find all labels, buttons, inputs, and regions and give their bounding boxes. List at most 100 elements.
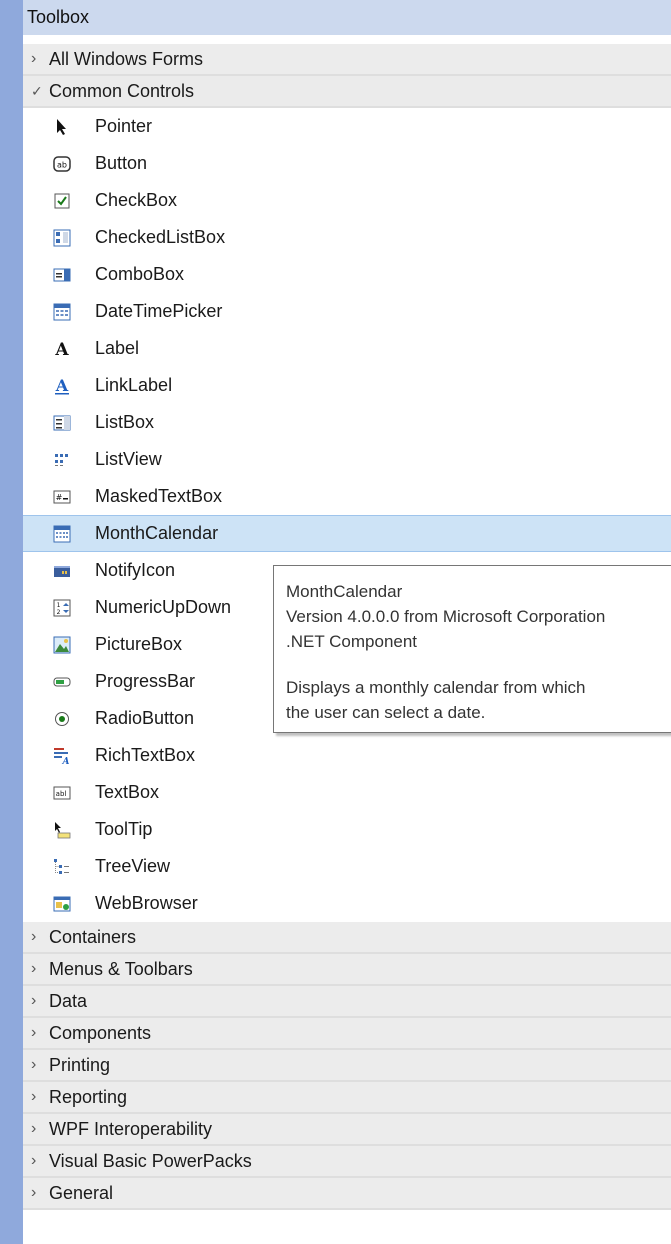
linklabel-icon: A: [53, 377, 71, 395]
item-label: RichTextBox: [95, 745, 196, 765]
category-label: General: [49, 1182, 114, 1203]
pointer-icon: [53, 118, 71, 136]
tooltip-description-line2: the user can select a date.: [286, 703, 486, 722]
richtextbox-icon: A: [53, 747, 71, 765]
chevron-right-icon: ›: [31, 1120, 37, 1137]
category-label: Data: [49, 990, 88, 1011]
textbox-icon: abl: [53, 784, 71, 802]
toolbox-title: Toolbox: [23, 0, 671, 35]
item-label: PictureBox: [95, 634, 183, 654]
notifyicon-icon: [53, 562, 71, 580]
checkedlistbox-icon: [53, 229, 71, 247]
chevron-right-icon: ›: [31, 1152, 37, 1169]
chevron-right-icon: ›: [31, 960, 37, 977]
item-label: ProgressBar: [95, 671, 196, 691]
svg-text:#: #: [56, 493, 63, 502]
category-all-windows-forms[interactable]: › All Windows Forms: [23, 44, 671, 76]
toolbox-item-checkbox[interactable]: CheckBox: [23, 182, 671, 219]
category-components[interactable]: › Components: [23, 1018, 671, 1050]
tooltip-title: MonthCalendar: [286, 582, 403, 601]
category-label: Printing: [49, 1054, 111, 1075]
category-general[interactable]: › General: [23, 1178, 671, 1210]
item-label: RadioButton: [95, 708, 195, 728]
label-icon: A: [53, 340, 71, 358]
item-label: TreeView: [95, 856, 171, 876]
toolbox-item-treeview[interactable]: TreeView: [23, 848, 671, 885]
category-menus-toolbars[interactable]: › Menus & Toolbars: [23, 954, 671, 986]
item-label: ComboBox: [95, 264, 185, 284]
svg-text:A: A: [54, 340, 69, 358]
checkbox-icon: [53, 192, 71, 210]
category-label: Reporting: [49, 1086, 128, 1107]
category-label: Common Controls: [49, 80, 195, 101]
numericupdown-icon: 12: [53, 599, 71, 617]
chevron-right-icon: ›: [31, 928, 37, 945]
item-label: TextBox: [95, 782, 160, 802]
category-data[interactable]: › Data: [23, 986, 671, 1018]
toolbox-item-listview[interactable]: ListView: [23, 441, 671, 478]
item-label: Pointer: [95, 116, 153, 136]
toolbox-item-datetimepicker[interactable]: DateTimePicker: [23, 293, 671, 330]
chevron-down-icon: ✓: [31, 82, 43, 99]
item-label: ListView: [95, 449, 162, 469]
category-containers[interactable]: › Containers: [23, 922, 671, 954]
item-label: DateTimePicker: [95, 301, 223, 321]
toolbox-item-webbrowser[interactable]: WebBrowser: [23, 885, 671, 922]
toolbox-item-maskedtextbox[interactable]: # MaskedTextBox: [23, 478, 671, 515]
item-label: Label: [95, 338, 140, 358]
item-label: MaskedTextBox: [95, 486, 223, 506]
item-label: NotifyIcon: [95, 560, 176, 580]
category-visual-basic-powerpacks[interactable]: › Visual Basic PowerPacks: [23, 1146, 671, 1178]
chevron-right-icon: ›: [31, 1056, 37, 1073]
listview-icon: [53, 451, 71, 469]
tooltip-description-line1: Displays a monthly calendar from which: [286, 678, 586, 697]
svg-text:1: 1: [57, 602, 61, 609]
category-wpf-interoperability[interactable]: › WPF Interoperability: [23, 1114, 671, 1146]
category-common-controls[interactable]: ✓ Common Controls: [23, 76, 671, 108]
toolbox-panel: Toolbox › All Windows Forms ✓ Common Con…: [23, 0, 671, 1244]
svg-text:2: 2: [57, 609, 61, 616]
progressbar-icon: [53, 673, 71, 691]
toolbox-item-combobox[interactable]: ComboBox: [23, 256, 671, 293]
category-label: Containers: [49, 926, 137, 947]
svg-text:A: A: [62, 757, 70, 765]
combobox-icon: [53, 266, 71, 284]
monthcalendar-icon: [53, 525, 71, 543]
category-label: Menus & Toolbars: [49, 958, 193, 979]
datetimepicker-icon: [53, 303, 71, 321]
item-label: CheckedListBox: [95, 227, 226, 247]
item-label: ToolTip: [95, 819, 153, 839]
tooltip-version: Version 4.0.0.0 from Microsoft Corporati…: [286, 607, 606, 626]
toolbox-item-pointer[interactable]: Pointer: [23, 108, 671, 145]
item-label: NumericUpDown: [95, 597, 232, 617]
tooltip-component: .NET Component: [286, 632, 418, 651]
toolbox-item-button[interactable]: ab Button: [23, 145, 671, 182]
category-label: Components: [49, 1022, 152, 1043]
toolbox-item-monthcalendar[interactable]: MonthCalendar: [23, 515, 671, 552]
category-label: Visual Basic PowerPacks: [49, 1150, 252, 1171]
item-label: WebBrowser: [95, 893, 198, 913]
radiobutton-icon: [53, 710, 71, 728]
category-reporting[interactable]: › Reporting: [23, 1082, 671, 1114]
toolbox-item-label[interactable]: A Label: [23, 330, 671, 367]
button-icon: ab: [53, 155, 71, 173]
toolbox-item-textbox[interactable]: abl TextBox: [23, 774, 671, 811]
category-printing[interactable]: › Printing: [23, 1050, 671, 1082]
svg-text:ab: ab: [57, 160, 67, 169]
category-label: All Windows Forms: [49, 48, 204, 69]
toolbox-item-checkedlistbox[interactable]: CheckedListBox: [23, 219, 671, 256]
category-label: WPF Interoperability: [49, 1118, 213, 1139]
toolbox-item-linklabel[interactable]: A LinkLabel: [23, 367, 671, 404]
item-label: CheckBox: [95, 190, 178, 210]
toolbox-item-richtextbox[interactable]: A RichTextBox: [23, 737, 671, 774]
treeview-icon: [53, 858, 71, 876]
chevron-right-icon: ›: [31, 992, 37, 1009]
toolbox-item-tooltip[interactable]: ToolTip: [23, 811, 671, 848]
toolbox-item-listbox[interactable]: ListBox: [23, 404, 671, 441]
chevron-right-icon: ›: [31, 1088, 37, 1105]
chevron-right-icon: ›: [31, 50, 37, 67]
picturebox-icon: [53, 636, 71, 654]
item-label: Button: [95, 153, 148, 173]
webbrowser-icon: [53, 895, 71, 913]
chevron-right-icon: ›: [31, 1184, 37, 1201]
